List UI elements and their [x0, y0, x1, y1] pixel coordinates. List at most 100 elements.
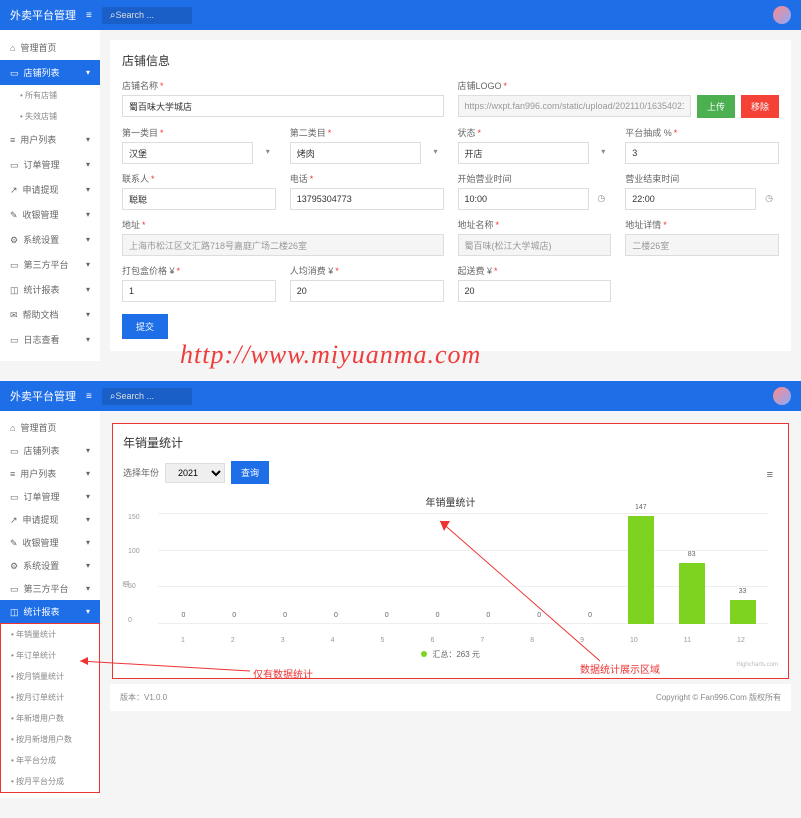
chevron-down-icon: ▾ [86, 515, 90, 524]
remove-button[interactable]: 移除 [741, 95, 779, 118]
field-commission: 平台抽成 %* [625, 126, 779, 164]
chevron-down-icon: ▾ [86, 446, 90, 455]
cat2-select[interactable] [290, 142, 421, 164]
sidebar-item[interactable]: ▭第三方平台▾ [0, 252, 100, 277]
sidebar-item[interactable]: ✎收银管理▾ [0, 531, 100, 554]
chevron-down-icon: ▾ [86, 538, 90, 547]
field-cat1: 第一类目* [122, 126, 276, 164]
sidebar-item[interactable]: ✉帮助文档▾ [0, 302, 100, 327]
sidebar-item[interactable]: ▭日志查看▾ [0, 327, 100, 352]
chart-area: 值 150100500 0000000001478333 12345678910… [158, 514, 768, 644]
avatar[interactable] [773, 6, 791, 24]
field-phone: 电话* [290, 172, 444, 210]
query-button[interactable]: 查询 [231, 461, 269, 484]
annotation-text-1: 仅有数据统计 [253, 666, 313, 681]
chevron-down-icon: ▾ [86, 260, 90, 269]
nav-icon: ▭ [10, 446, 19, 456]
avg-cost-input[interactable] [290, 280, 444, 302]
sidebar-item[interactable]: ↗申请提现▾ [0, 508, 100, 531]
year-label: 选择年份 [123, 466, 159, 479]
sidebar-sub-item[interactable]: • 按月平台分成 [1, 771, 99, 792]
nav-icon: ⚙ [10, 561, 18, 571]
year-select[interactable]: 2021 [165, 463, 225, 483]
chevron-down-icon: ▾ [86, 335, 90, 344]
commission-input[interactable] [625, 142, 779, 164]
field-addr-short: 地址名称* [458, 218, 612, 256]
sidebar-sub-item[interactable]: • 年平台分成 [1, 750, 99, 771]
sidebar-sub-item[interactable]: • 按月新增用户数 [1, 729, 99, 750]
chart-bar[interactable]: 33 [730, 600, 756, 624]
sidebar-item[interactable]: ⌂管理首页 [0, 416, 100, 439]
panel-title: 店铺信息 [122, 52, 779, 69]
hamburger-icon[interactable]: ≡ [86, 10, 92, 21]
topbar-2: 外卖平台管理 ≡ ⌕ [0, 381, 801, 411]
sidebar-2: ⌂管理首页▭店铺列表▾≡用户列表▾▭订单管理▾↗申请提现▾✎收银管理▾⚙系统设置… [0, 411, 100, 798]
sidebar-item[interactable]: ▭店铺列表▾ [0, 439, 100, 462]
search-box-2[interactable]: ⌕ [102, 388, 192, 405]
sidebar-item[interactable]: ≡用户列表▾ [0, 462, 100, 485]
cat1-select[interactable] [122, 142, 253, 164]
nav-icon: ✎ [10, 210, 18, 220]
bar-value-label: 0 [385, 612, 389, 619]
addr-detail-input[interactable] [625, 234, 779, 256]
shop-name-input[interactable] [122, 95, 444, 117]
upload-button[interactable]: 上传 [697, 95, 735, 118]
sidebar-item[interactable]: ◫统计报表▾ [0, 277, 100, 302]
field-avg-cost: 人均消费 ¥* [290, 264, 444, 302]
sidebar-sub-item[interactable]: • 年销量统计 [1, 624, 99, 645]
sidebar-item[interactable]: ⚙系统设置▾ [0, 227, 100, 252]
sidebar-item[interactable]: ⚙系统设置▾ [0, 554, 100, 577]
address-input[interactable] [122, 234, 444, 256]
sidebar-sub-item[interactable]: • 年订单统计 [1, 645, 99, 666]
chart-credit: Highcharts.com [123, 662, 778, 668]
chevron-down-icon: ▾ [86, 135, 90, 144]
pack-fee-input[interactable] [122, 280, 276, 302]
nav-icon: ✉ [10, 310, 18, 320]
chart-bars: 0000000001478333 [158, 514, 768, 624]
search-box[interactable]: ⌕ [102, 7, 192, 24]
sidebar-item[interactable]: ↗申请提现▾ [0, 177, 100, 202]
sidebar-item[interactable]: ⌂管理首页 [0, 35, 100, 60]
watermark-text: http://www.miyuanma.com [180, 340, 481, 370]
chart-bar[interactable]: 83 [679, 563, 705, 624]
sidebar-item[interactable]: ▭第三方平台▾ [0, 577, 100, 600]
sidebar-item[interactable]: ≡用户列表▾ [0, 127, 100, 152]
status-select[interactable] [458, 142, 589, 164]
sidebar-item[interactable]: ◫统计报表▾ [0, 600, 100, 623]
x-axis: 123456789101112 [158, 637, 768, 644]
sidebar-item[interactable]: ▭店铺列表▾ [0, 60, 100, 85]
sidebar-sub-item[interactable]: • 按月销量统计 [1, 666, 99, 687]
sidebar-item[interactable]: ▭订单管理▾ [0, 485, 100, 508]
nav-icon: ⚙ [10, 235, 18, 245]
sidebar-item[interactable]: ✎收银管理▾ [0, 202, 100, 227]
chevron-down-icon: ▾ [86, 235, 90, 244]
nav-icon: ▭ [10, 68, 19, 78]
search-input[interactable] [115, 10, 175, 20]
open-time-input[interactable] [458, 188, 589, 210]
start-fee-input[interactable] [458, 280, 612, 302]
search-input-2[interactable] [115, 391, 175, 401]
nav-icon: ⌂ [10, 423, 15, 433]
x-tick-label: 7 [480, 637, 484, 644]
sidebar-sub-item[interactable]: • 年新增用户数 [1, 708, 99, 729]
legend-dot-icon [421, 651, 427, 657]
field-contact: 联系人* [122, 172, 276, 210]
avatar-2[interactable] [773, 387, 791, 405]
chart-menu-icon[interactable]: ≡ [767, 469, 773, 481]
field-pack-fee: 打包盒价格 ¥* [122, 264, 276, 302]
contact-input[interactable] [122, 188, 276, 210]
close-time-input[interactable] [625, 188, 756, 210]
field-shop-logo: 店铺LOGO* 上传 移除 [458, 79, 780, 118]
x-tick-label: 9 [580, 637, 584, 644]
addr-short-input[interactable] [458, 234, 612, 256]
chart-bar[interactable]: 147 [628, 516, 654, 624]
logo-url-input [458, 95, 691, 117]
phone-input[interactable] [290, 188, 444, 210]
sidebar-item[interactable]: ▭订单管理▾ [0, 152, 100, 177]
hamburger-icon-2[interactable]: ≡ [86, 391, 92, 402]
submit-button[interactable]: 提交 [122, 314, 168, 339]
sidebar-sub-item[interactable]: • 所有店铺 [0, 85, 100, 106]
x-tick-label: 12 [737, 637, 745, 644]
sidebar-sub-item[interactable]: • 按月订单统计 [1, 687, 99, 708]
sidebar-sub-item[interactable]: • 失效店铺 [0, 106, 100, 127]
